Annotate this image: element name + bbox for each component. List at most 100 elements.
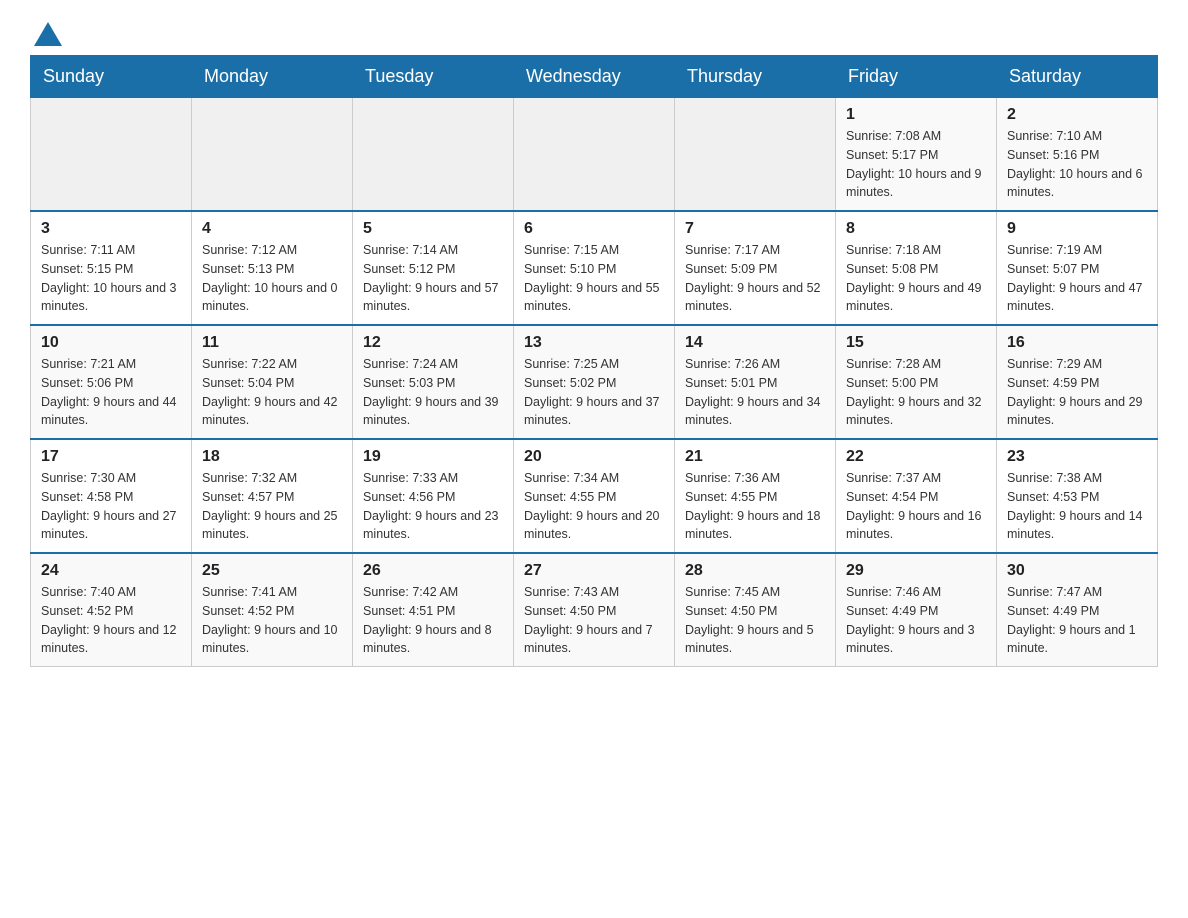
calendar-cell bbox=[353, 98, 514, 212]
day-number: 16 bbox=[1007, 334, 1147, 352]
day-info: Sunrise: 7:15 AMSunset: 5:10 PMDaylight:… bbox=[524, 241, 664, 316]
calendar-cell: 10 Sunrise: 7:21 AMSunset: 5:06 PMDayligh… bbox=[31, 325, 192, 439]
weekday-header-saturday: Saturday bbox=[997, 56, 1158, 98]
day-number: 1 bbox=[846, 106, 986, 124]
day-number: 26 bbox=[363, 562, 503, 580]
calendar-cell: 2 Sunrise: 7:10 AMSunset: 5:16 PMDaylight… bbox=[997, 98, 1158, 212]
day-number: 21 bbox=[685, 448, 825, 466]
weekday-header-tuesday: Tuesday bbox=[353, 56, 514, 98]
calendar-cell: 29 Sunrise: 7:46 AMSunset: 4:49 PMDayligh… bbox=[836, 553, 997, 667]
calendar-cell: 17 Sunrise: 7:30 AMSunset: 4:58 PMDayligh… bbox=[31, 439, 192, 553]
calendar-cell: 19Sunrise: 7:33 AMSunset: 4:56 PMDayligh… bbox=[353, 439, 514, 553]
day-number: 14 bbox=[685, 334, 825, 352]
day-number: 24 bbox=[41, 562, 181, 580]
calendar-cell: 24 Sunrise: 7:40 AMSunset: 4:52 PMDayligh… bbox=[31, 553, 192, 667]
calendar-week-row: 24 Sunrise: 7:40 AMSunset: 4:52 PMDayligh… bbox=[31, 553, 1158, 667]
weekday-header-monday: Monday bbox=[192, 56, 353, 98]
day-info: Sunrise: 7:40 AMSunset: 4:52 PMDaylight:… bbox=[41, 583, 181, 658]
day-number: 11 bbox=[202, 334, 342, 352]
day-number: 13 bbox=[524, 334, 664, 352]
calendar-cell: 25 Sunrise: 7:41 AMSunset: 4:52 PMDayligh… bbox=[192, 553, 353, 667]
day-info: Sunrise: 7:26 AMSunset: 5:01 PMDaylight:… bbox=[685, 355, 825, 430]
calendar-cell bbox=[31, 98, 192, 212]
calendar-cell: 27 Sunrise: 7:43 AMSunset: 4:50 PMDayligh… bbox=[514, 553, 675, 667]
day-info: Sunrise: 7:17 AMSunset: 5:09 PMDaylight:… bbox=[685, 241, 825, 316]
day-info: Sunrise: 7:25 AMSunset: 5:02 PMDaylight:… bbox=[524, 355, 664, 430]
day-info: Sunrise: 7:11 AMSunset: 5:15 PMDaylight:… bbox=[41, 241, 181, 316]
day-info: Sunrise: 7:10 AMSunset: 5:16 PMDaylight:… bbox=[1007, 127, 1147, 202]
calendar-cell bbox=[675, 98, 836, 212]
calendar-cell: 30 Sunrise: 7:47 AMSunset: 4:49 PMDayligh… bbox=[997, 553, 1158, 667]
day-number: 15 bbox=[846, 334, 986, 352]
day-number: 28 bbox=[685, 562, 825, 580]
weekday-header-row: SundayMondayTuesdayWednesdayThursdayFrid… bbox=[31, 56, 1158, 98]
calendar-cell: 11 Sunrise: 7:22 AMSunset: 5:04 PMDayligh… bbox=[192, 325, 353, 439]
day-number: 30 bbox=[1007, 562, 1147, 580]
day-info: Sunrise: 7:08 AMSunset: 5:17 PMDaylight:… bbox=[846, 127, 986, 202]
day-number: 7 bbox=[685, 220, 825, 238]
day-number: 12 bbox=[363, 334, 503, 352]
calendar-cell bbox=[514, 98, 675, 212]
calendar-cell: 16Sunrise: 7:29 AMSunset: 4:59 PMDayligh… bbox=[997, 325, 1158, 439]
logo-triangle-icon bbox=[34, 22, 62, 46]
weekday-header-sunday: Sunday bbox=[31, 56, 192, 98]
day-number: 2 bbox=[1007, 106, 1147, 124]
day-info: Sunrise: 7:22 AMSunset: 5:04 PMDaylight:… bbox=[202, 355, 342, 430]
day-number: 23 bbox=[1007, 448, 1147, 466]
day-info: Sunrise: 7:43 AMSunset: 4:50 PMDaylight:… bbox=[524, 583, 664, 658]
day-info: Sunrise: 7:30 AMSunset: 4:58 PMDaylight:… bbox=[41, 469, 181, 544]
calendar-week-row: 17 Sunrise: 7:30 AMSunset: 4:58 PMDayligh… bbox=[31, 439, 1158, 553]
calendar-cell: 9Sunrise: 7:19 AMSunset: 5:07 PMDaylight… bbox=[997, 211, 1158, 325]
day-info: Sunrise: 7:21 AMSunset: 5:06 PMDaylight:… bbox=[41, 355, 181, 430]
day-info: Sunrise: 7:41 AMSunset: 4:52 PMDaylight:… bbox=[202, 583, 342, 658]
calendar-week-row: 3 Sunrise: 7:11 AMSunset: 5:15 PMDaylight… bbox=[31, 211, 1158, 325]
calendar-cell: 18 Sunrise: 7:32 AMSunset: 4:57 PMDayligh… bbox=[192, 439, 353, 553]
day-number: 9 bbox=[1007, 220, 1147, 238]
day-number: 4 bbox=[202, 220, 342, 238]
calendar-cell: 28 Sunrise: 7:45 AMSunset: 4:50 PMDayligh… bbox=[675, 553, 836, 667]
day-number: 10 bbox=[41, 334, 181, 352]
calendar-table: SundayMondayTuesdayWednesdayThursdayFrid… bbox=[30, 55, 1158, 667]
day-info: Sunrise: 7:32 AMSunset: 4:57 PMDaylight:… bbox=[202, 469, 342, 544]
day-info: Sunrise: 7:38 AMSunset: 4:53 PMDaylight:… bbox=[1007, 469, 1147, 544]
calendar-cell: 8 Sunrise: 7:18 AMSunset: 5:08 PMDaylight… bbox=[836, 211, 997, 325]
calendar-cell: 15 Sunrise: 7:28 AMSunset: 5:00 PMDayligh… bbox=[836, 325, 997, 439]
calendar-cell: 26Sunrise: 7:42 AMSunset: 4:51 PMDayligh… bbox=[353, 553, 514, 667]
weekday-header-wednesday: Wednesday bbox=[514, 56, 675, 98]
day-info: Sunrise: 7:47 AMSunset: 4:49 PMDaylight:… bbox=[1007, 583, 1147, 658]
day-info: Sunrise: 7:12 AMSunset: 5:13 PMDaylight:… bbox=[202, 241, 342, 316]
calendar-cell: 5 Sunrise: 7:14 AMSunset: 5:12 PMDaylight… bbox=[353, 211, 514, 325]
day-info: Sunrise: 7:45 AMSunset: 4:50 PMDaylight:… bbox=[685, 583, 825, 658]
day-number: 18 bbox=[202, 448, 342, 466]
day-number: 8 bbox=[846, 220, 986, 238]
day-info: Sunrise: 7:46 AMSunset: 4:49 PMDaylight:… bbox=[846, 583, 986, 658]
weekday-header-friday: Friday bbox=[836, 56, 997, 98]
calendar-cell: 4 Sunrise: 7:12 AMSunset: 5:13 PMDaylight… bbox=[192, 211, 353, 325]
calendar-cell: 20Sunrise: 7:34 AMSunset: 4:55 PMDayligh… bbox=[514, 439, 675, 553]
weekday-header-thursday: Thursday bbox=[675, 56, 836, 98]
day-info: Sunrise: 7:28 AMSunset: 5:00 PMDaylight:… bbox=[846, 355, 986, 430]
calendar-cell: 6 Sunrise: 7:15 AMSunset: 5:10 PMDaylight… bbox=[514, 211, 675, 325]
day-number: 5 bbox=[363, 220, 503, 238]
day-number: 22 bbox=[846, 448, 986, 466]
day-info: Sunrise: 7:18 AMSunset: 5:08 PMDaylight:… bbox=[846, 241, 986, 316]
day-info: Sunrise: 7:24 AMSunset: 5:03 PMDaylight:… bbox=[363, 355, 503, 430]
calendar-cell: 13 Sunrise: 7:25 AMSunset: 5:02 PMDayligh… bbox=[514, 325, 675, 439]
day-number: 17 bbox=[41, 448, 181, 466]
day-info: Sunrise: 7:14 AMSunset: 5:12 PMDaylight:… bbox=[363, 241, 503, 316]
day-number: 27 bbox=[524, 562, 664, 580]
calendar-cell: 22Sunrise: 7:37 AMSunset: 4:54 PMDayligh… bbox=[836, 439, 997, 553]
logo bbox=[30, 20, 62, 45]
calendar-cell: 14 Sunrise: 7:26 AMSunset: 5:01 PMDayligh… bbox=[675, 325, 836, 439]
day-number: 3 bbox=[41, 220, 181, 238]
calendar-cell: 3 Sunrise: 7:11 AMSunset: 5:15 PMDaylight… bbox=[31, 211, 192, 325]
day-info: Sunrise: 7:33 AMSunset: 4:56 PMDaylight:… bbox=[363, 469, 503, 544]
calendar-cell: 12 Sunrise: 7:24 AMSunset: 5:03 PMDayligh… bbox=[353, 325, 514, 439]
calendar-week-row: 1 Sunrise: 7:08 AMSunset: 5:17 PMDaylight… bbox=[31, 98, 1158, 212]
calendar-cell bbox=[192, 98, 353, 212]
day-info: Sunrise: 7:36 AMSunset: 4:55 PMDaylight:… bbox=[685, 469, 825, 544]
day-info: Sunrise: 7:34 AMSunset: 4:55 PMDaylight:… bbox=[524, 469, 664, 544]
day-number: 25 bbox=[202, 562, 342, 580]
day-number: 6 bbox=[524, 220, 664, 238]
day-number: 29 bbox=[846, 562, 986, 580]
